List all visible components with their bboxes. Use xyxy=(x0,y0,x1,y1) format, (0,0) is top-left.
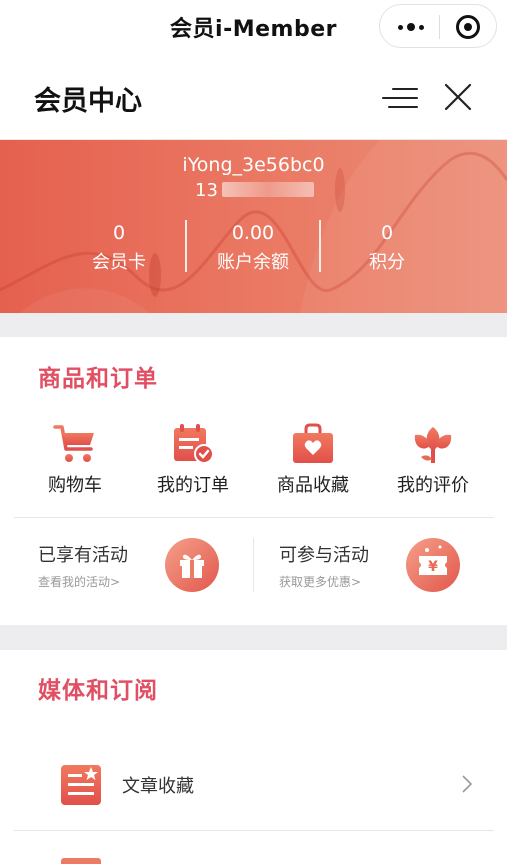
page-header: 会员中心 xyxy=(0,56,507,140)
activity-subtitle: 查看我的活动> xyxy=(38,575,121,589)
menu-icon[interactable] xyxy=(382,86,418,110)
section-divider xyxy=(14,517,494,518)
grid-label: 购物车 xyxy=(48,475,102,496)
my-reviews-button[interactable]: 我的评价 xyxy=(378,423,488,497)
row-divider xyxy=(14,830,494,831)
shopping-cart-icon xyxy=(53,425,94,462)
section-title: 媒体和订阅 xyxy=(38,678,158,704)
miniprogram-capsule xyxy=(379,4,497,48)
activity-subtitle: 获取更多优惠> xyxy=(279,575,362,589)
phone-mask xyxy=(222,182,314,197)
capsule-divider xyxy=(439,15,440,39)
svg-text:¥: ¥ xyxy=(428,559,438,575)
joined-activities-link[interactable]: 已享有活动 查看我的活动> xyxy=(38,541,128,590)
user-phone: 13 xyxy=(195,180,218,201)
activity-divider xyxy=(253,538,254,592)
stat-balance[interactable]: 0.00 账户余额 xyxy=(193,222,313,274)
stat-divider xyxy=(319,220,321,272)
stat-member-card[interactable]: 0 会员卡 xyxy=(59,222,179,274)
grid-label: 我的评价 xyxy=(397,475,469,496)
chevron-right-icon xyxy=(462,775,473,793)
next-row-icon xyxy=(61,858,101,864)
favorites-button[interactable]: 商品收藏 xyxy=(258,423,368,497)
miniprogram-navbar: 会员i-Member xyxy=(0,0,507,56)
coupon-yen-icon[interactable]: ¥ xyxy=(406,538,460,592)
member-banner: iYong_3e56bc0 13 0 会员卡 0.00 账户余额 0 积分 xyxy=(0,140,507,313)
grid-label: 商品收藏 xyxy=(277,475,349,496)
close-icon[interactable] xyxy=(444,83,472,111)
article-star-icon xyxy=(61,765,101,805)
order-calendar-icon xyxy=(174,424,214,464)
section-title: 商品和订单 xyxy=(38,366,158,392)
activity-title: 已享有活动 xyxy=(38,545,128,566)
stat-points[interactable]: 0 积分 xyxy=(327,222,447,274)
page-title: 会员中心 xyxy=(34,86,142,117)
available-activities-link[interactable]: 可参与活动 获取更多优惠> xyxy=(279,541,369,590)
list-label: 文章收藏 xyxy=(122,776,194,797)
more-dots-icon[interactable] xyxy=(398,18,426,36)
stat-label: 会员卡 xyxy=(92,252,146,273)
shopping-cart-button[interactable]: 购物车 xyxy=(20,423,130,497)
stat-divider xyxy=(185,220,187,272)
user-name: iYong_3e56bc0 xyxy=(182,154,325,176)
my-orders-button[interactable]: 我的订单 xyxy=(138,423,248,497)
stat-value: 0 xyxy=(380,222,394,244)
orders-section: 商品和订单 购物车 我的订单 商品收藏 我的评价 已享有活动 查看我的活动> 可… xyxy=(0,337,507,625)
grid-label: 我的订单 xyxy=(157,475,229,496)
stat-label: 积分 xyxy=(369,252,405,273)
activity-title: 可参与活动 xyxy=(279,545,369,566)
stat-value: 0.00 xyxy=(231,222,275,244)
gift-icon[interactable] xyxy=(165,538,219,592)
member-center-screen: 会员i-Member 会员中心 iYong_3e56bc0 13 0 会员卡 0… xyxy=(0,0,507,864)
stat-value: 0 xyxy=(112,222,126,244)
close-target-icon[interactable] xyxy=(456,15,480,39)
media-section: 媒体和订阅 文章收藏 xyxy=(0,650,507,864)
rating-flower-icon xyxy=(414,427,452,463)
stat-label: 账户余额 xyxy=(217,252,289,273)
favorite-bag-icon xyxy=(293,423,333,463)
